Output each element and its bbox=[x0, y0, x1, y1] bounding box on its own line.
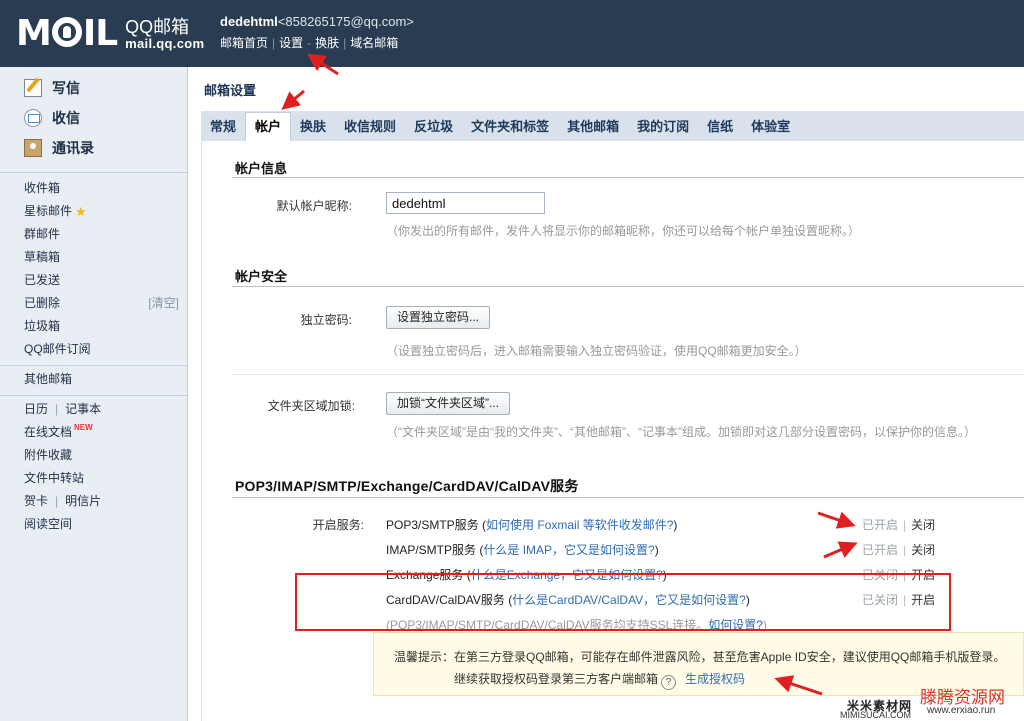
watermark-bottom: MIMISUCAI.COM bbox=[840, 710, 911, 720]
arrow-to-pop3-status bbox=[817, 511, 856, 529]
arrow-to-account-tab bbox=[281, 89, 305, 110]
arrow-to-imap-status bbox=[823, 541, 858, 559]
watermark-domain: www.erxiao.run bbox=[927, 705, 996, 716]
arrow-to-settings bbox=[306, 53, 339, 76]
annotation-arrows bbox=[281, 53, 858, 696]
arrow-to-auth-code bbox=[774, 675, 823, 696]
